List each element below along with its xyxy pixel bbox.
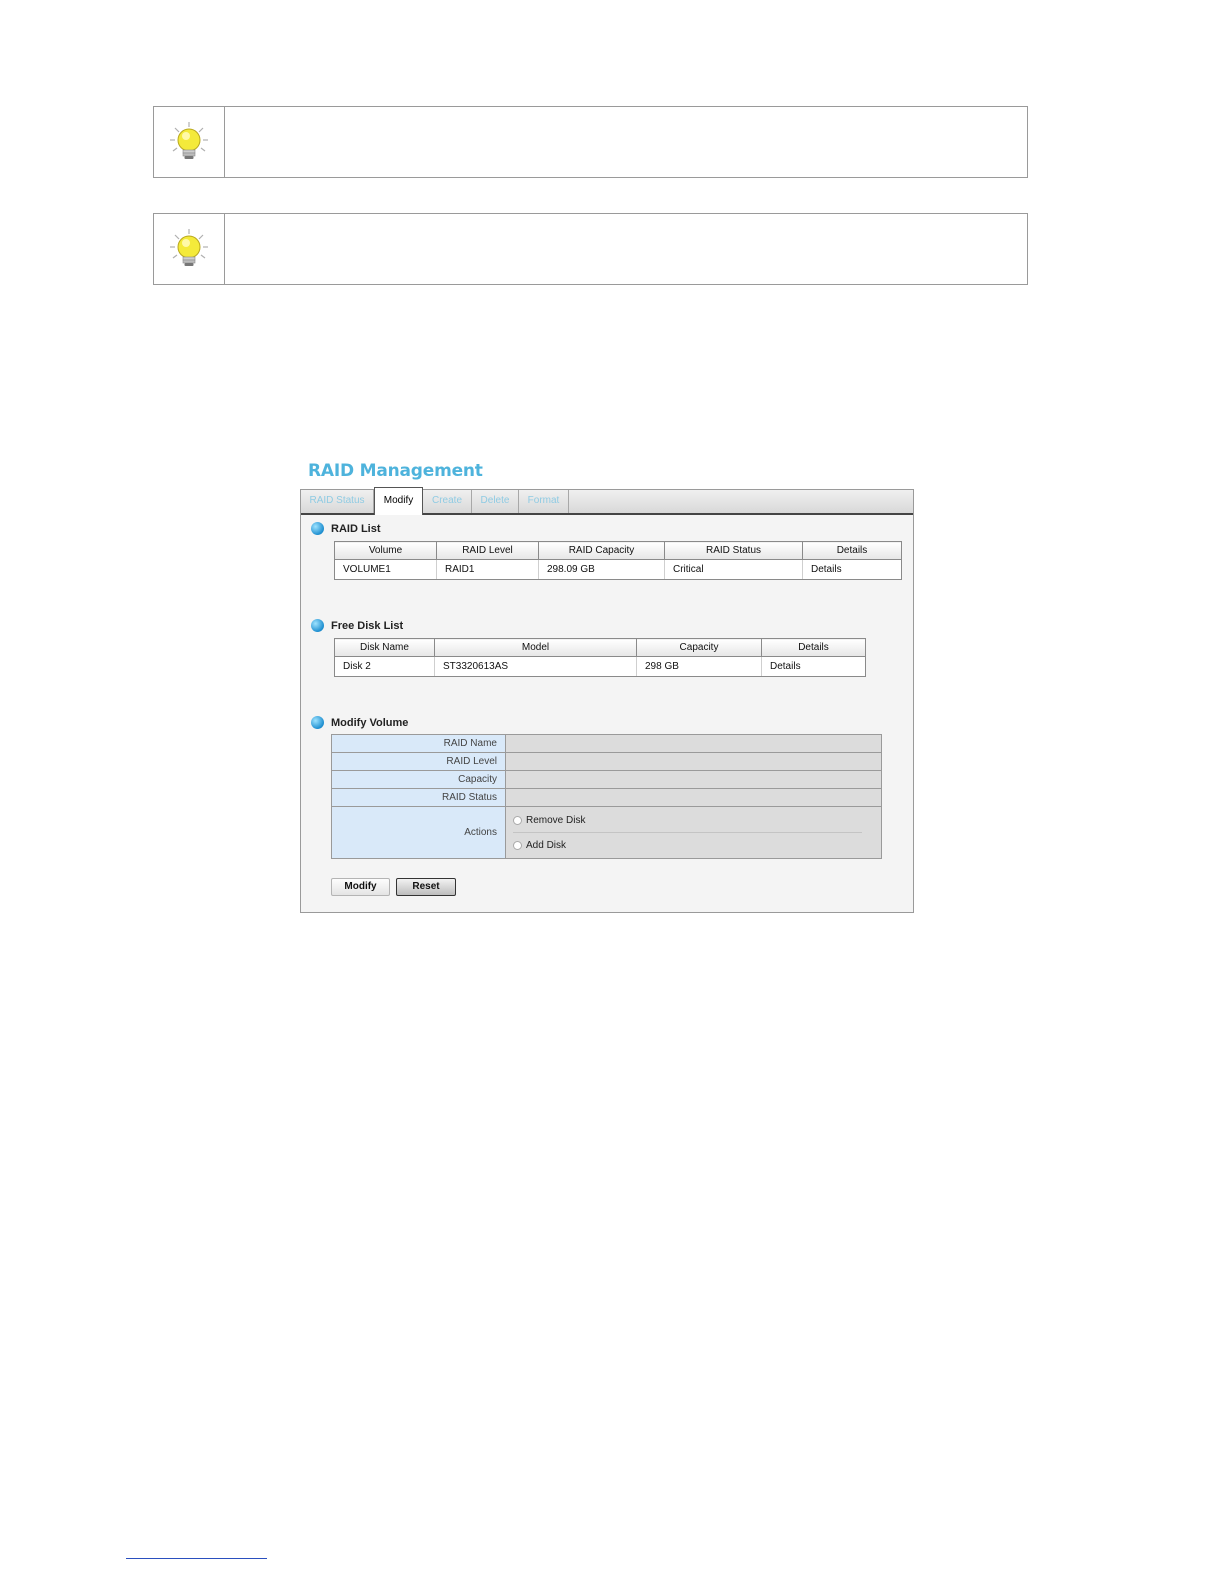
form-row: Capacity bbox=[331, 770, 882, 789]
volume-cell: VOLUME1 bbox=[334, 559, 437, 580]
section-title: Free Disk List bbox=[331, 619, 404, 632]
tip-icon-cell bbox=[154, 214, 225, 284]
column-header: RAID Status bbox=[664, 541, 803, 560]
bullet-icon bbox=[311, 619, 324, 632]
lightbulb-icon bbox=[170, 122, 208, 159]
tip-text bbox=[225, 107, 1027, 177]
page-title: RAID Management bbox=[308, 461, 483, 481]
table-row[interactable]: VOLUME1 RAID1 298.09 GB Critical Details bbox=[334, 559, 902, 580]
remove-disk-radio[interactable] bbox=[513, 815, 522, 825]
add-disk-label: Add Disk bbox=[526, 839, 567, 851]
model-cell: ST3320613AS bbox=[434, 656, 637, 677]
add-disk-radio[interactable] bbox=[513, 840, 522, 850]
tip-box-2 bbox=[153, 213, 1028, 285]
modify-button[interactable]: Modify bbox=[331, 878, 390, 896]
disk-name-cell: Disk 2 bbox=[334, 656, 435, 677]
tab-delete[interactable]: Delete bbox=[472, 490, 519, 513]
raid-name-label: RAID Name bbox=[331, 734, 506, 753]
column-header: Disk Name bbox=[334, 638, 435, 657]
capacity-cell: 298 GB bbox=[636, 656, 762, 677]
bullet-icon bbox=[311, 716, 324, 729]
footnote-divider bbox=[126, 1558, 267, 1559]
actions-label: Actions bbox=[331, 806, 506, 859]
capacity-value bbox=[505, 770, 882, 789]
raid-status-cell: Critical bbox=[664, 559, 803, 580]
raid-name-value bbox=[505, 734, 882, 753]
raid-level-value bbox=[505, 752, 882, 771]
raid-list-heading: RAID List bbox=[311, 522, 381, 535]
tip-text bbox=[225, 214, 1027, 284]
tip-icon-cell bbox=[154, 107, 225, 177]
column-header: RAID Level bbox=[436, 541, 539, 560]
section-title: Modify Volume bbox=[331, 716, 409, 729]
tab-raid-status[interactable]: RAID Status bbox=[301, 490, 374, 513]
lightbulb-icon bbox=[170, 229, 208, 266]
column-header: Model bbox=[434, 638, 637, 657]
tip-box-1 bbox=[153, 106, 1028, 178]
capacity-label: Capacity bbox=[331, 770, 506, 789]
raid-level-cell: RAID1 bbox=[436, 559, 539, 580]
column-header: Volume bbox=[334, 541, 437, 560]
reset-button[interactable]: Reset bbox=[396, 878, 456, 896]
tab-modify[interactable]: Modify bbox=[374, 487, 423, 515]
column-header: RAID Capacity bbox=[538, 541, 665, 560]
form-row: RAID Status bbox=[331, 788, 882, 807]
tab-bar: RAID Status Modify Create Delete Format bbox=[301, 487, 913, 515]
table-header-row: Volume RAID Level RAID Capacity RAID Sta… bbox=[334, 541, 902, 560]
raid-capacity-cell: 298.09 GB bbox=[538, 559, 665, 580]
bullet-icon bbox=[311, 522, 324, 535]
modify-volume-form: RAID Name RAID Level Capacity RAID Statu… bbox=[331, 734, 882, 859]
raid-status-label: RAID Status bbox=[331, 788, 506, 807]
column-header: Details bbox=[802, 541, 902, 560]
free-disk-list-heading: Free Disk List bbox=[311, 619, 403, 632]
raid-status-value bbox=[505, 788, 882, 807]
raid-management-panel: RAID Status Modify Create Delete Format … bbox=[300, 487, 914, 913]
remove-disk-label: Remove Disk bbox=[526, 814, 586, 826]
raid-level-label: RAID Level bbox=[331, 752, 506, 771]
form-row: RAID Name bbox=[331, 734, 882, 753]
table-header-row: Disk Name Model Capacity Details bbox=[334, 638, 866, 657]
free-disk-list-table: Disk Name Model Capacity Details Disk 2 … bbox=[334, 638, 866, 677]
section-title: RAID List bbox=[331, 522, 381, 535]
add-disk-option[interactable]: Add Disk bbox=[507, 833, 880, 857]
form-row: RAID Level bbox=[331, 752, 882, 771]
tab-format[interactable]: Format bbox=[519, 490, 569, 513]
actions-value: Remove Disk Add Disk bbox=[505, 806, 882, 859]
form-row: Actions Remove Disk Add Disk bbox=[331, 806, 882, 859]
column-header: Details bbox=[761, 638, 866, 657]
remove-disk-option[interactable]: Remove Disk bbox=[507, 808, 880, 832]
tab-create[interactable]: Create bbox=[423, 490, 472, 513]
details-link[interactable]: Details bbox=[802, 559, 902, 580]
column-header: Capacity bbox=[636, 638, 762, 657]
details-link[interactable]: Details bbox=[761, 656, 866, 677]
raid-list-table: Volume RAID Level RAID Capacity RAID Sta… bbox=[334, 541, 902, 580]
modify-volume-heading: Modify Volume bbox=[311, 716, 408, 729]
table-row[interactable]: Disk 2 ST3320613AS 298 GB Details bbox=[334, 656, 866, 677]
